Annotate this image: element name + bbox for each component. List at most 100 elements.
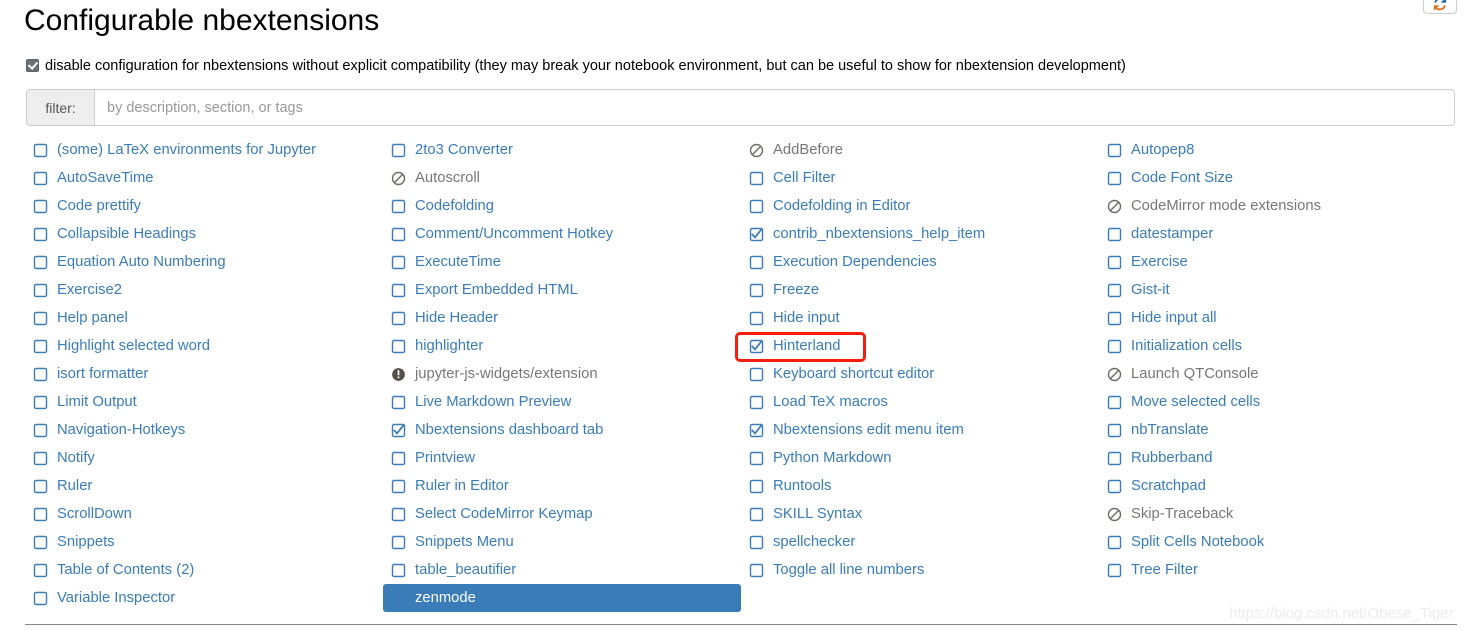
checkbox-unchecked-icon [391, 507, 406, 521]
extension-row[interactable]: Execution Dependencies [741, 248, 1099, 276]
extension-row[interactable]: Autopep8 [1099, 136, 1457, 164]
refresh-button[interactable] [1423, 0, 1457, 14]
extension-row[interactable]: Printview [383, 444, 741, 472]
extension-row[interactable]: Initialization cells [1099, 332, 1457, 360]
extension-row[interactable]: Keyboard shortcut editor [741, 360, 1099, 388]
extension-label: SKILL Syntax [773, 506, 863, 522]
extension-row[interactable]: Nbextensions edit menu item [741, 416, 1099, 444]
extension-label: Comment/Uncomment Hotkey [415, 226, 614, 242]
extension-row[interactable]: Live Markdown Preview [383, 388, 741, 416]
checkbox-unchecked-icon [749, 479, 764, 493]
extension-row[interactable]: Python Markdown [741, 444, 1099, 472]
extension-row[interactable]: Codefolding in Editor [741, 192, 1099, 220]
extension-row[interactable]: Ruler [25, 472, 383, 500]
extension-row[interactable]: Navigation-Hotkeys [25, 416, 383, 444]
extension-row[interactable]: Hide input [741, 304, 1099, 332]
extension-row[interactable]: Limit Output [25, 388, 383, 416]
extension-row[interactable]: Exercise [1099, 248, 1457, 276]
extension-row[interactable]: SKILL Syntax [741, 500, 1099, 528]
extension-row[interactable]: Ruler in Editor [383, 472, 741, 500]
extension-row[interactable]: Code prettify [25, 192, 383, 220]
extension-row[interactable]: Snippets Menu [383, 528, 741, 556]
checkbox-unchecked-icon [749, 507, 764, 521]
extension-row[interactable]: Launch QTConsole [1099, 360, 1457, 388]
extension-row[interactable]: Hinterland [741, 332, 1099, 360]
extension-row[interactable]: Hide input all [1099, 304, 1457, 332]
extension-row[interactable]: Cell Filter [741, 164, 1099, 192]
extension-label: Select CodeMirror Keymap [415, 506, 593, 522]
extension-row[interactable]: Comment/Uncomment Hotkey [383, 220, 741, 248]
extension-label: AddBefore [773, 142, 843, 158]
extension-row[interactable]: Split Cells Notebook [1099, 528, 1457, 556]
checkbox-unchecked-icon [749, 199, 764, 213]
extension-row[interactable]: CodeMirror mode extensions [1099, 192, 1457, 220]
disable-config-checkbox[interactable] [26, 59, 39, 72]
extension-row[interactable]: Rubberband [1099, 444, 1457, 472]
checkbox-unchecked-icon [391, 339, 406, 353]
extension-row[interactable]: ExecuteTime [383, 248, 741, 276]
extension-row[interactable]: AddBefore [741, 136, 1099, 164]
checkbox-unchecked-icon [33, 423, 48, 437]
checkbox-unchecked-icon [33, 451, 48, 465]
extension-label: Nbextensions dashboard tab [415, 422, 604, 438]
extension-row[interactable]: ScrollDown [25, 500, 383, 528]
extension-row[interactable]: Scratchpad [1099, 472, 1457, 500]
extension-row[interactable]: isort formatter [25, 360, 383, 388]
filter-bar[interactable]: filter: [26, 89, 1455, 126]
extension-row[interactable]: Highlight selected word [25, 332, 383, 360]
extension-row[interactable]: Move selected cells [1099, 388, 1457, 416]
extension-row[interactable]: nbTranslate [1099, 416, 1457, 444]
extension-label: Equation Auto Numbering [57, 254, 226, 270]
checkbox-unchecked-icon [33, 143, 48, 157]
extension-row[interactable]: Collapsible Headings [25, 220, 383, 248]
extension-label: Hide input all [1131, 310, 1217, 326]
checkbox-unchecked-icon [1107, 255, 1122, 269]
extension-row[interactable]: Hide Header [383, 304, 741, 332]
extension-row[interactable]: Runtools [741, 472, 1099, 500]
extension-row[interactable]: Snippets [25, 528, 383, 556]
checkbox-unchecked-icon [33, 339, 48, 353]
extension-row[interactable]: Select CodeMirror Keymap [383, 500, 741, 528]
extension-row[interactable]: 2to3 Converter [383, 136, 741, 164]
extension-label: zenmode [415, 590, 476, 606]
checkbox-unchecked-icon [391, 479, 406, 493]
extension-row[interactable]: highlighter [383, 332, 741, 360]
extension-row[interactable]: Code Font Size [1099, 164, 1457, 192]
extension-row[interactable]: AutoSaveTime [25, 164, 383, 192]
extension-row[interactable]: Load TeX macros [741, 388, 1099, 416]
extension-row[interactable]: table_beautifier [383, 556, 741, 584]
extension-row[interactable]: Tree Filter [1099, 556, 1457, 584]
extension-row[interactable]: Freeze [741, 276, 1099, 304]
extension-row[interactable]: Codefolding [383, 192, 741, 220]
extension-row[interactable]: jupyter-js-widgets/extension [383, 360, 741, 388]
extension-label: highlighter [415, 338, 484, 354]
extension-row[interactable]: Equation Auto Numbering [25, 248, 383, 276]
extension-row[interactable]: Autoscroll [383, 164, 741, 192]
disable-config-row[interactable]: disable configuration for nbextensions w… [26, 56, 1126, 76]
extension-row[interactable]: Gist-it [1099, 276, 1457, 304]
extension-row[interactable]: Export Embedded HTML [383, 276, 741, 304]
checkbox-unchecked-icon [33, 171, 48, 185]
extension-label: contrib_nbextensions_help_item [773, 226, 986, 242]
extension-row[interactable]: Toggle all line numbers [741, 556, 1099, 584]
extension-row[interactable]: Skip-Traceback [1099, 500, 1457, 528]
extension-row[interactable]: Nbextensions dashboard tab [383, 416, 741, 444]
extension-label: Gist-it [1131, 282, 1170, 298]
extension-row[interactable]: Variable Inspector [25, 584, 383, 612]
extensions-column: (some) LaTeX environments for Jupyter Aut… [25, 136, 383, 612]
extension-label: Code Font Size [1131, 170, 1233, 186]
extension-label: Table of Contents (2) [57, 562, 195, 578]
extension-row[interactable]: spellchecker [741, 528, 1099, 556]
extension-row[interactable]: Notify [25, 444, 383, 472]
extension-row[interactable]: datestamper [1099, 220, 1457, 248]
extension-row[interactable]: zenmode [383, 584, 741, 612]
checkbox-unchecked-icon [33, 283, 48, 297]
extension-row[interactable]: (some) LaTeX environments for Jupyter [25, 136, 383, 164]
filter-input[interactable] [95, 90, 1454, 125]
extension-row[interactable]: Help panel [25, 304, 383, 332]
checkbox-unchecked-icon [1107, 563, 1122, 577]
extension-row[interactable]: Table of Contents (2) [25, 556, 383, 584]
extension-row[interactable]: Exercise2 [25, 276, 383, 304]
extension-row[interactable]: contrib_nbextensions_help_item [741, 220, 1099, 248]
extension-label: Nbextensions edit menu item [773, 422, 964, 438]
